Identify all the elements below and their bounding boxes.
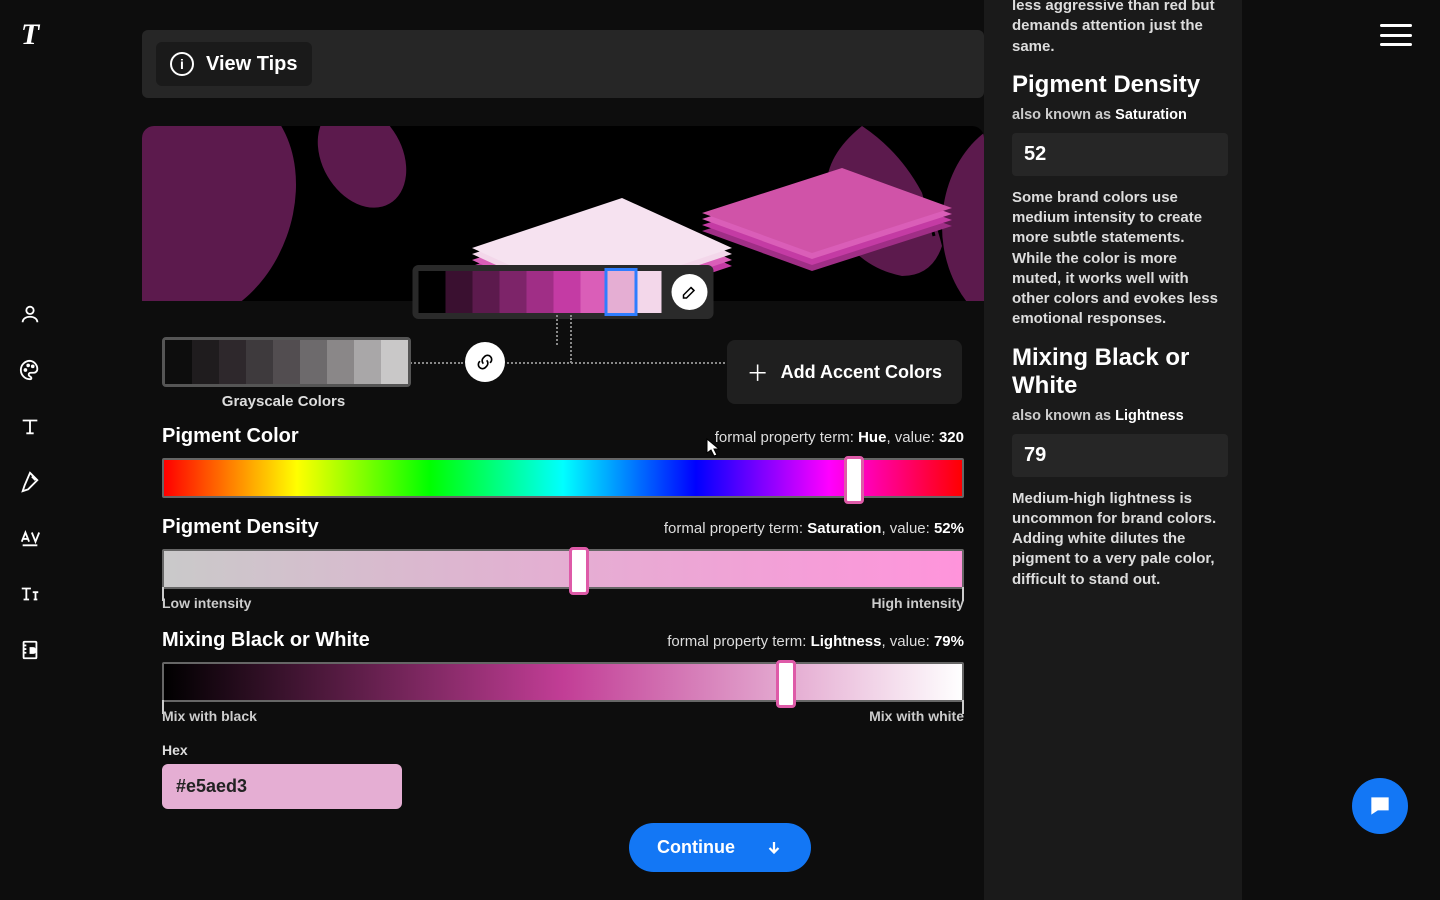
lightness-title: Mixing Black or White [162,629,370,652]
gray-swatch[interactable] [273,340,300,384]
chat-button[interactable] [1352,778,1408,834]
pen-icon[interactable] [16,468,44,496]
gray-swatch[interactable] [246,340,273,384]
lightness-aka: also known as Lightness [1012,408,1228,424]
gray-swatch[interactable] [354,340,381,384]
add-accent-button[interactable]: ＋ Add Accent Colors [727,340,962,404]
arrow-down-icon [765,839,783,857]
hue-track[interactable] [162,458,964,498]
brand-swatch[interactable] [581,271,608,313]
hex-label: Hex [162,742,964,758]
intro-text: less aggressive than red but demands att… [1012,0,1228,57]
grayscale-swatches [162,337,411,387]
brand-swatch[interactable] [527,271,554,313]
lightness-value: 79 [1012,434,1228,477]
link-palettes-button[interactable] [465,342,505,382]
saturation-track[interactable] [162,549,964,589]
continue-button[interactable]: Continue [629,823,811,872]
gray-swatch[interactable] [219,340,246,384]
sat-high-label: High intensity [871,595,964,611]
hex-input[interactable]: #e5aed3 [162,764,402,809]
density-desc: Some brand colors use medium intensity t… [1012,188,1228,330]
grayscale-label: Grayscale Colors [162,393,405,410]
brand-book-icon[interactable]: B [16,636,44,664]
density-aka: also known as Saturation [1012,107,1228,123]
gray-swatch[interactable] [381,340,408,384]
menu-button[interactable] [1380,24,1412,46]
hue-thumb[interactable] [844,456,864,504]
brand-swatch-selected[interactable] [608,271,635,313]
hue-title: Pigment Color [162,425,299,448]
brand-swatch[interactable] [419,271,446,313]
density-value: 52 [1012,133,1228,176]
text-scale-icon[interactable] [16,580,44,608]
tips-bar: i View Tips [142,30,984,98]
lightness-thumb[interactable] [776,660,796,708]
gray-swatch[interactable] [300,340,327,384]
gray-swatch[interactable] [327,340,354,384]
edit-swatches-button[interactable] [672,274,708,310]
lightness-desc: Medium-high lightness is uncommon for br… [1012,489,1228,590]
view-tips-label: View Tips [206,53,298,76]
brand-swatch[interactable] [446,271,473,313]
lightness-heading: Mixing Black or White [1012,344,1228,400]
saturation-thumb[interactable] [569,547,589,595]
saturation-title: Pigment Density [162,516,319,539]
info-icon: i [170,52,194,76]
hue-meta: formal property term: Hue, value: 320 [715,429,964,446]
kerning-icon[interactable] [16,524,44,552]
hue-slider-block: Pigment Color formal property term: Hue,… [162,425,964,498]
brand-swatch[interactable] [635,271,662,313]
palette-icon[interactable] [16,356,44,384]
info-panel: less aggressive than red but demands att… [984,0,1242,900]
plus-icon: ＋ [747,356,769,388]
density-heading: Pigment Density [1012,71,1228,99]
brand-swatches [413,265,714,319]
gray-swatch[interactable] [192,340,219,384]
svg-text:B: B [30,646,35,655]
gray-swatch[interactable] [165,340,192,384]
light-low-label: Mix with black [162,708,257,724]
lightness-track[interactable] [162,662,964,702]
saturation-slider-block: Pigment Density formal property term: Sa… [162,516,964,611]
user-icon[interactable] [16,300,44,328]
brand-swatch[interactable] [500,271,527,313]
type-icon[interactable] [16,412,44,440]
lightness-meta: formal property term: Lightness, value: … [667,633,964,650]
brand-swatch[interactable] [554,271,581,313]
sat-low-label: Low intensity [162,595,251,611]
add-accent-label: Add Accent Colors [781,362,942,383]
light-high-label: Mix with white [869,708,964,724]
chat-icon [1367,793,1393,819]
continue-label: Continue [657,837,735,858]
lightness-slider-block: Mixing Black or White formal property te… [162,629,964,724]
logo[interactable]: T [21,18,39,52]
brand-swatch[interactable] [473,271,500,313]
view-tips-button[interactable]: i View Tips [156,42,312,86]
saturation-meta: formal property term: Saturation, value:… [664,520,964,537]
